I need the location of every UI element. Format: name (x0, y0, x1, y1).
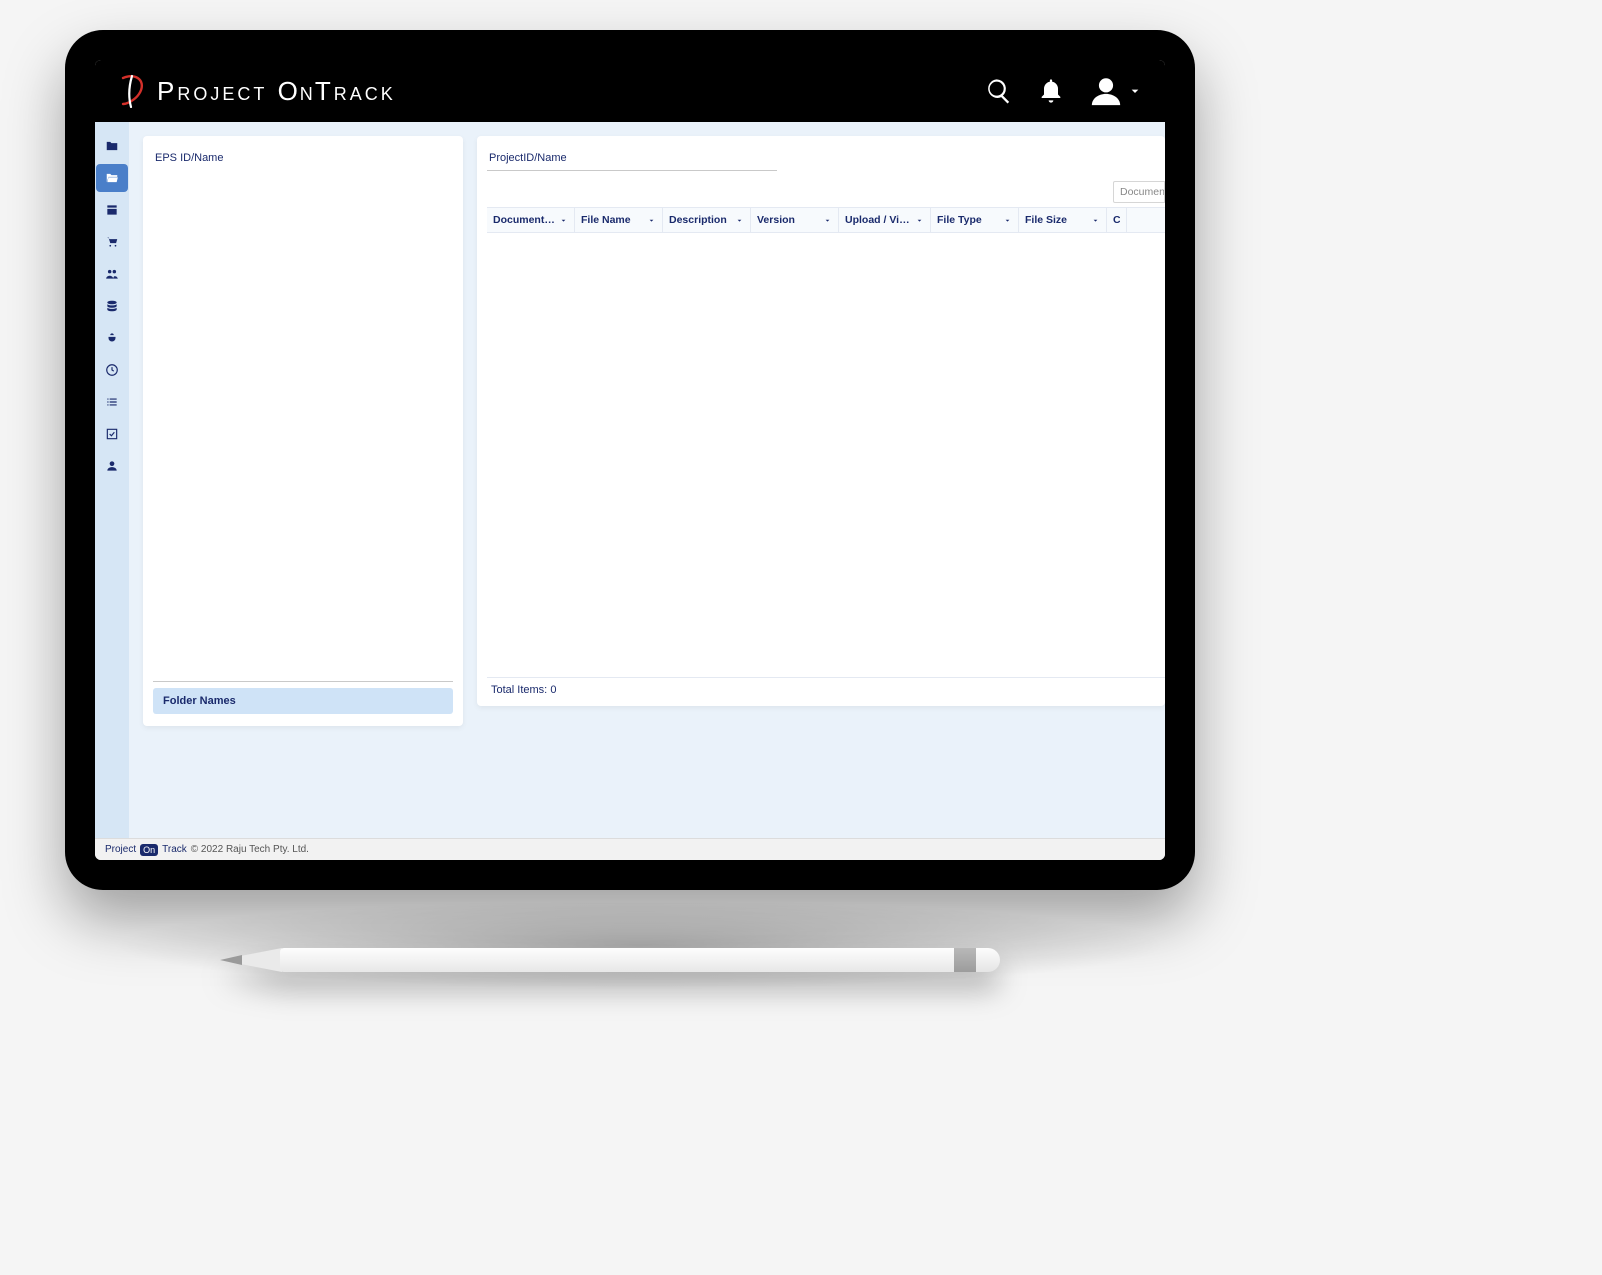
column-header[interactable]: File Type (931, 208, 1019, 232)
table-footer: Total Items: 0 (487, 678, 1165, 698)
documents-table: Document ID File Name Description Version Up… (487, 207, 1165, 698)
column-label: File Type (937, 214, 982, 226)
column-header[interactable]: File Name (575, 208, 663, 232)
tablet-frame: Project OnTrack (65, 30, 1195, 890)
brand-track: Track (315, 76, 396, 106)
main-content: EPS ID/Name Folder Names ProjectID/Name … (129, 122, 1165, 838)
footer-on-badge: On (140, 844, 158, 856)
sidebar-item-calendar[interactable] (96, 196, 128, 224)
app-body: EPS ID/Name Folder Names ProjectID/Name … (95, 122, 1165, 838)
user-menu[interactable] (1089, 74, 1143, 108)
eps-id-name-field[interactable]: EPS ID/Name (153, 148, 453, 682)
column-label: File Size (1025, 214, 1067, 226)
bell-icon[interactable] (1037, 77, 1065, 105)
sidebar-item-bug[interactable] (96, 324, 128, 352)
column-header[interactable]: Upload / View Files (839, 208, 931, 232)
column-header[interactable]: C (1107, 208, 1127, 232)
table-body-empty (487, 233, 1165, 678)
footer-copyright: © 2022 Raju Tech Pty. Ltd. (191, 844, 309, 855)
chevron-down-icon (735, 216, 744, 225)
sidebar-item-user[interactable] (96, 452, 128, 480)
total-items-count: 0 (550, 684, 556, 696)
column-header[interactable]: Description (663, 208, 751, 232)
folder-names-header[interactable]: Folder Names (153, 688, 453, 714)
column-header[interactable]: Version (751, 208, 839, 232)
chevron-down-icon (1091, 216, 1100, 225)
logo-text: Project OnTrack (157, 76, 396, 107)
chevron-down-icon (647, 216, 656, 225)
app-footer: Project On Track © 2022 Raju Tech Pty. L… (95, 838, 1165, 860)
header-actions (985, 74, 1143, 108)
chevron-down-icon (1003, 216, 1012, 225)
column-header[interactable]: Document ID (487, 208, 575, 232)
sidebar-item-list[interactable] (96, 388, 128, 416)
document-search-input[interactable]: Document (1113, 181, 1165, 203)
sidebar-item-clock[interactable] (96, 356, 128, 384)
project-id-name-field[interactable]: ProjectID/Name (487, 148, 777, 171)
brand-project: Project (157, 76, 267, 106)
table-header-row: Document ID File Name Description Version Up… (487, 207, 1165, 233)
sidebar-item-cart[interactable] (96, 228, 128, 256)
footer-track: Track (162, 844, 187, 855)
app-screen: Project OnTrack (95, 60, 1165, 860)
footer-project: Project (105, 844, 136, 855)
column-label: Document ID (493, 214, 555, 226)
logo-mark-icon (117, 74, 147, 108)
search-icon[interactable] (985, 77, 1013, 105)
brand-on: On (278, 76, 315, 106)
chevron-down-icon (1127, 83, 1143, 99)
column-label: C (1113, 214, 1120, 226)
sidebar-item-folder[interactable] (96, 132, 128, 160)
sidebar (95, 122, 129, 838)
stylus-pencil (220, 940, 1020, 980)
column-header[interactable]: File Size (1019, 208, 1107, 232)
sidebar-item-users[interactable] (96, 260, 128, 288)
column-label: Version (757, 214, 795, 226)
sidebar-item-check[interactable] (96, 420, 128, 448)
column-label: Description (669, 214, 727, 226)
chevron-down-icon (823, 216, 832, 225)
chevron-down-icon (915, 216, 924, 225)
total-items-label: Total Items: (491, 684, 547, 696)
right-panel: ProjectID/Name Document Document ID File … (477, 136, 1165, 706)
column-label: Upload / View Files (845, 214, 911, 226)
column-label: File Name (581, 214, 631, 226)
app-header: Project OnTrack (95, 60, 1165, 122)
chevron-down-icon (559, 216, 568, 225)
app-logo[interactable]: Project OnTrack (117, 74, 396, 108)
sidebar-item-database[interactable] (96, 292, 128, 320)
left-panel: EPS ID/Name Folder Names (143, 136, 463, 726)
sidebar-item-folder-open[interactable] (96, 164, 128, 192)
